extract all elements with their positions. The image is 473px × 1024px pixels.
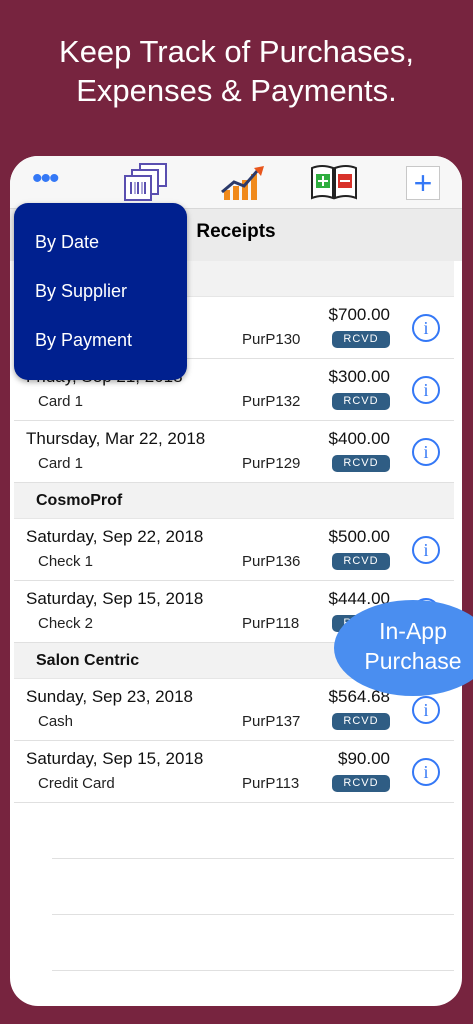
info-icon[interactable]: i (412, 314, 440, 342)
empty-row-divider (52, 859, 454, 915)
more-icon[interactable]: ••• (32, 164, 68, 194)
sort-by-payment[interactable]: By Payment (35, 330, 132, 351)
ledger-book-icon[interactable] (308, 162, 360, 202)
receipt-date: Saturday, Sep 15, 2018 (26, 589, 204, 608)
receipt-amount: $700.00 (328, 305, 390, 324)
receipt-amount: $300.00 (328, 367, 390, 386)
receipt-date: Thursday, Mar 22, 2018 (26, 429, 206, 448)
info-icon[interactable]: i (412, 438, 440, 466)
info-icon[interactable]: i (412, 696, 440, 724)
info-icon[interactable]: i (412, 536, 440, 564)
receipt-date: Saturday, Sep 15, 2018 (26, 749, 204, 768)
sort-by-supplier[interactable]: By Supplier (35, 281, 127, 302)
empty-row-divider (52, 803, 454, 859)
receipt-code: PurP130 (242, 331, 301, 348)
status-badge: RCVD (332, 553, 390, 570)
status-badge: RCVD (332, 455, 390, 472)
receipt-amount: $90.00 (338, 749, 390, 768)
receipt-code: PurP113 (242, 775, 300, 792)
sort-by-date[interactable]: By Date (35, 232, 99, 253)
section-header: CosmoProf (14, 483, 454, 519)
payment-method: Check 2 (38, 615, 94, 632)
receipt-code: PurP136 (242, 553, 301, 570)
receipt-amount: $400.00 (328, 429, 390, 448)
headline-line-2: Expenses & Payments. (76, 73, 397, 108)
payment-method: Card 1 (38, 393, 84, 410)
receipt-row[interactable]: Saturday, Sep 15, 2018 Credit Card PurP113… (14, 741, 454, 803)
in-app-line-1: In-App (379, 618, 447, 644)
headline: Keep Track of Purchases, Expenses & Paym… (0, 32, 473, 110)
receipt-code: PurP137 (242, 713, 301, 730)
receipt-date: Sunday, Sep 23, 2018 (26, 687, 193, 706)
receipt-code: PurP129 (242, 455, 301, 472)
phone-screen: ••• + Receipts PurP130 $700.00 RCVD i Ca… (10, 156, 462, 1006)
payment-method: Card 1 (38, 455, 84, 472)
receipt-amount: $500.00 (328, 527, 390, 546)
add-button[interactable]: + (406, 166, 440, 200)
receipt-code: PurP118 (242, 615, 300, 632)
receipts-icon[interactable] (122, 162, 172, 202)
receipt-date: Saturday, Sep 22, 2018 (26, 527, 204, 546)
sort-dropdown-menu: By Date By Supplier By Payment (14, 203, 187, 380)
status-badge: RCVD (332, 393, 390, 410)
empty-row-divider (52, 915, 454, 971)
payment-method: Check 1 (38, 553, 94, 570)
info-icon[interactable]: i (412, 758, 440, 786)
receipt-code: PurP132 (242, 393, 301, 410)
status-badge: RCVD (332, 331, 390, 348)
headline-line-1: Keep Track of Purchases, (59, 34, 414, 69)
payment-method: Credit Card (38, 775, 115, 792)
receipt-row[interactable]: Saturday, Sep 22, 2018 Check 1 PurP136 $500… (14, 519, 454, 581)
status-badge: RCVD (332, 775, 390, 792)
receipt-row[interactable]: Thursday, Mar 22, 2018 Card 1 PurP129 $400.… (14, 421, 454, 483)
info-icon[interactable]: i (412, 376, 440, 404)
in-app-line-2: Purchase (364, 648, 462, 674)
status-badge: RCVD (332, 713, 390, 730)
payment-method: Cash (38, 713, 74, 730)
toolbar: ••• + (10, 156, 462, 209)
chart-icon[interactable] (218, 162, 268, 202)
